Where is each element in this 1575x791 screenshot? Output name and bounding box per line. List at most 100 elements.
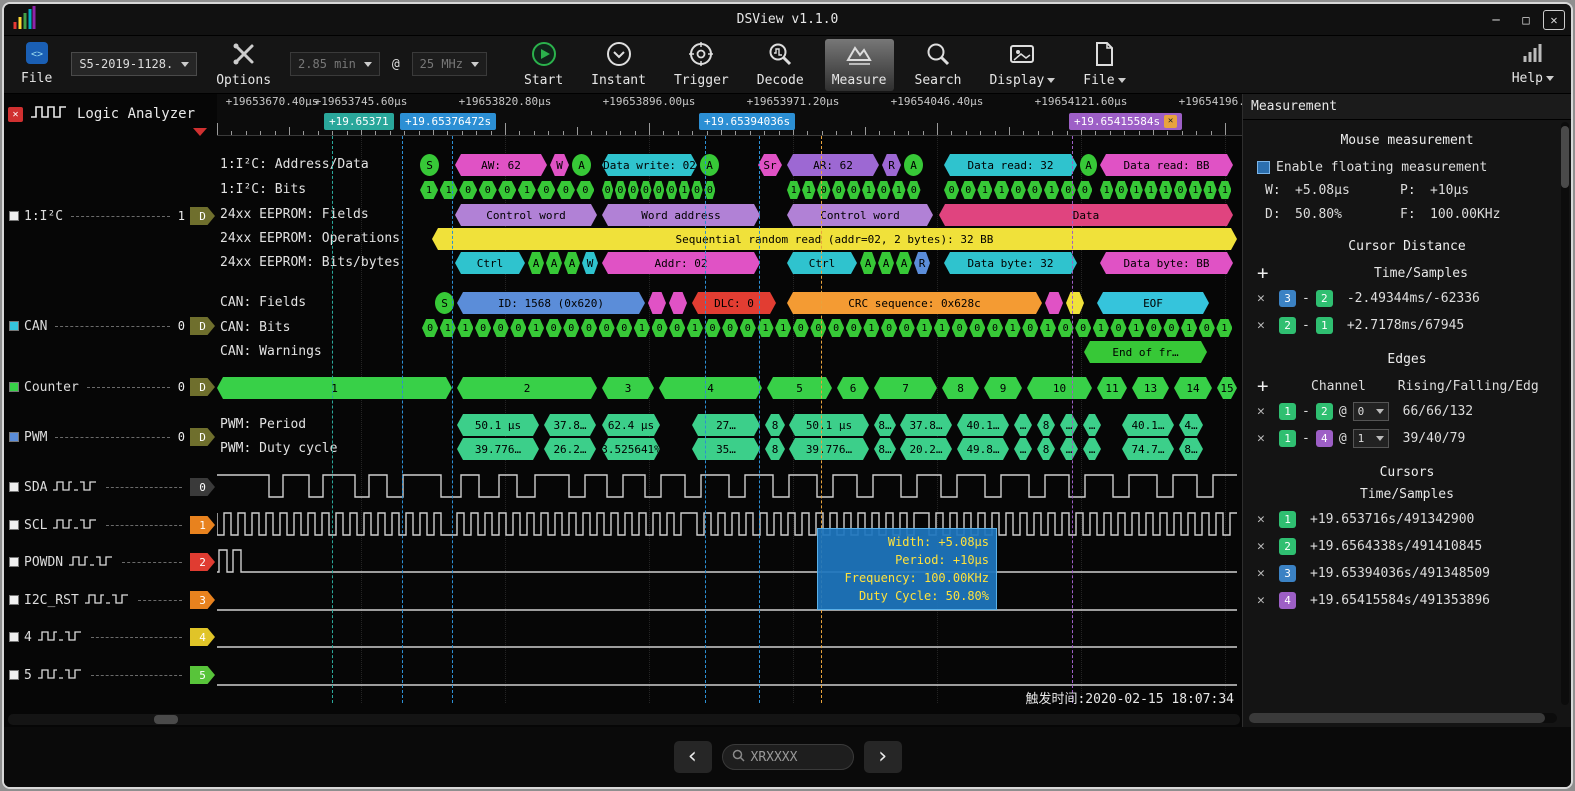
cursor-line[interactable] [821, 136, 822, 703]
horizontal-scrollbar[interactable] [8, 714, 1240, 725]
channel-row-POWDN[interactable]: POWDN2 [9, 552, 215, 572]
channel-tag[interactable]: 0 [190, 478, 215, 496]
digital-waveform-POWDN[interactable] [217, 547, 1237, 575]
remove-row-icon[interactable]: ✕ [1257, 539, 1273, 554]
cursor-flag[interactable]: +19.65371 [324, 113, 394, 130]
cursor-badge[interactable]: 1 [1279, 430, 1296, 447]
channel-color-chip[interactable] [9, 432, 19, 442]
edge-channel-select[interactable]: 0 [1353, 402, 1389, 421]
remove-row-icon[interactable]: ✕ [1257, 318, 1273, 333]
panel-vertical-scrollbar[interactable] [1561, 122, 1569, 705]
display-button[interactable]: Display [982, 39, 1062, 91]
cursor-badge[interactable]: 3 [1279, 290, 1296, 307]
digital-waveform-SCL[interactable] [217, 510, 1237, 538]
add-edge-counter-button[interactable]: + [1257, 377, 1279, 395]
decode-button[interactable]: Decode [750, 39, 811, 91]
scrollbar-thumb[interactable] [154, 715, 178, 724]
cursor-line[interactable] [759, 136, 760, 703]
channel-color-chip[interactable] [9, 520, 19, 530]
channel-color-chip[interactable] [9, 382, 19, 392]
channel-row-1IC[interactable]: 1:I²C1D [9, 206, 215, 226]
remove-row-icon[interactable]: ✕ [1257, 291, 1273, 306]
channel-row-SCL[interactable]: SCL1 [9, 515, 215, 535]
wave-body[interactable]: 1:I²C: Address/DataSAW: 62WAData write: … [217, 136, 1242, 713]
cursor-badge[interactable]: 2 [1316, 290, 1333, 307]
cursor-flag[interactable]: +19.65394036s [699, 113, 795, 130]
cursor-badge[interactable]: 4 [1279, 592, 1296, 609]
cursor-badge[interactable]: 1 [1279, 403, 1296, 420]
cursor-line[interactable] [402, 136, 403, 703]
cursor-badge[interactable]: 3 [1279, 565, 1296, 582]
channel-tag[interactable]: 2 [190, 553, 215, 571]
cursor-badge[interactable]: 2 [1279, 538, 1296, 555]
add-cursor-distance-button[interactable]: + [1257, 264, 1279, 282]
channel-tag[interactable]: D [190, 428, 215, 446]
channel-row-CAN[interactable]: CAN0D [9, 316, 215, 336]
panel-horizontal-scrollbar[interactable] [1249, 713, 1557, 723]
cursor-badge[interactable]: 1 [1316, 317, 1333, 334]
cursor-line[interactable] [705, 136, 706, 703]
trigger-button[interactable]: Trigger [667, 39, 736, 91]
channel-color-chip[interactable] [9, 321, 19, 331]
search-box[interactable]: XRXXXX [722, 744, 854, 770]
start-button[interactable]: Start [517, 39, 570, 91]
channel-tag[interactable]: 1 [190, 516, 215, 534]
search-prev-button[interactable]: ‹ [674, 741, 712, 773]
enable-floating-checkbox[interactable] [1257, 161, 1270, 174]
close-button[interactable]: ✕ [1543, 10, 1565, 30]
channel-color-chip[interactable] [9, 482, 19, 492]
file-menu-button[interactable]: File [1076, 39, 1132, 91]
help-button[interactable]: Help [1505, 39, 1561, 91]
options-button[interactable]: Options [209, 39, 278, 91]
channel-tag[interactable]: D [190, 378, 215, 396]
cursor-flag[interactable]: +19.65415584s✕ [1069, 113, 1182, 130]
channel-color-chip[interactable] [9, 211, 19, 221]
edge-channel-select[interactable]: 1 [1353, 429, 1389, 448]
scrollbar-thumb[interactable] [1561, 126, 1569, 188]
cursor-line[interactable] [452, 136, 453, 703]
channel-color-chip[interactable] [9, 670, 19, 680]
remove-row-icon[interactable]: ✕ [1257, 404, 1273, 419]
search-next-button[interactable]: › [864, 741, 902, 773]
digital-waveform-I2C_RST[interactable] [217, 585, 1237, 613]
cursor-badge[interactable]: 4 [1316, 430, 1333, 447]
close-flag-icon[interactable]: ✕ [1164, 115, 1177, 128]
channel-color-chip[interactable] [9, 557, 19, 567]
remove-row-icon[interactable]: ✕ [1257, 566, 1273, 581]
instant-button[interactable]: Instant [584, 39, 653, 91]
time-ruler[interactable]: +19653670.40µs+19653745.60µs+19653820.80… [217, 94, 1242, 136]
maximize-button[interactable]: □ [1513, 10, 1539, 30]
digital-waveform-4[interactable] [217, 622, 1237, 650]
channel-tag[interactable]: D [190, 317, 215, 335]
channel-row-PWM[interactable]: PWM0D [9, 427, 215, 447]
channel-tag[interactable]: 4 [190, 628, 215, 646]
channel-row-5[interactable]: 55 [9, 665, 215, 685]
device-select[interactable]: S5-2019-1128. [71, 52, 197, 76]
channel-row-4[interactable]: 44 [9, 627, 215, 647]
digital-waveform-5[interactable] [217, 660, 1237, 688]
channel-color-chip[interactable] [9, 632, 19, 642]
search-button[interactable]: Search [908, 39, 969, 91]
channel-tag[interactable]: 5 [190, 666, 215, 684]
cursor-flag[interactable]: +19.65376472s [400, 113, 496, 130]
remove-row-icon[interactable]: ✕ [1257, 512, 1273, 527]
cursor-badge[interactable]: 1 [1279, 511, 1296, 528]
channel-tag[interactable]: 3 [190, 591, 215, 609]
channel-row-I2CRST[interactable]: I2C_RST3 [9, 590, 215, 610]
file-button[interactable]: <> File [14, 39, 59, 91]
measure-button[interactable]: Measure [825, 39, 894, 91]
channel-row-Counter[interactable]: Counter0D [9, 377, 215, 397]
digital-waveform-SDA[interactable] [217, 472, 1237, 500]
channel-color-chip[interactable] [9, 595, 19, 605]
channel-row-SDA[interactable]: SDA0 [9, 477, 215, 497]
cursor-badge[interactable]: 2 [1279, 317, 1296, 334]
cursor-badge[interactable]: 2 [1316, 403, 1333, 420]
remove-row-icon[interactable]: ✕ [1257, 431, 1273, 446]
close-session-icon[interactable]: ✕ [8, 107, 23, 122]
samplerate-select[interactable]: 25 MHz [412, 52, 487, 76]
remove-row-icon[interactable]: ✕ [1257, 593, 1273, 608]
minimize-button[interactable]: ─ [1483, 10, 1509, 30]
cursor-line[interactable] [332, 136, 333, 703]
duration-select[interactable]: 2.85 min [290, 52, 380, 76]
scrollbar-thumb[interactable] [1249, 713, 1545, 723]
